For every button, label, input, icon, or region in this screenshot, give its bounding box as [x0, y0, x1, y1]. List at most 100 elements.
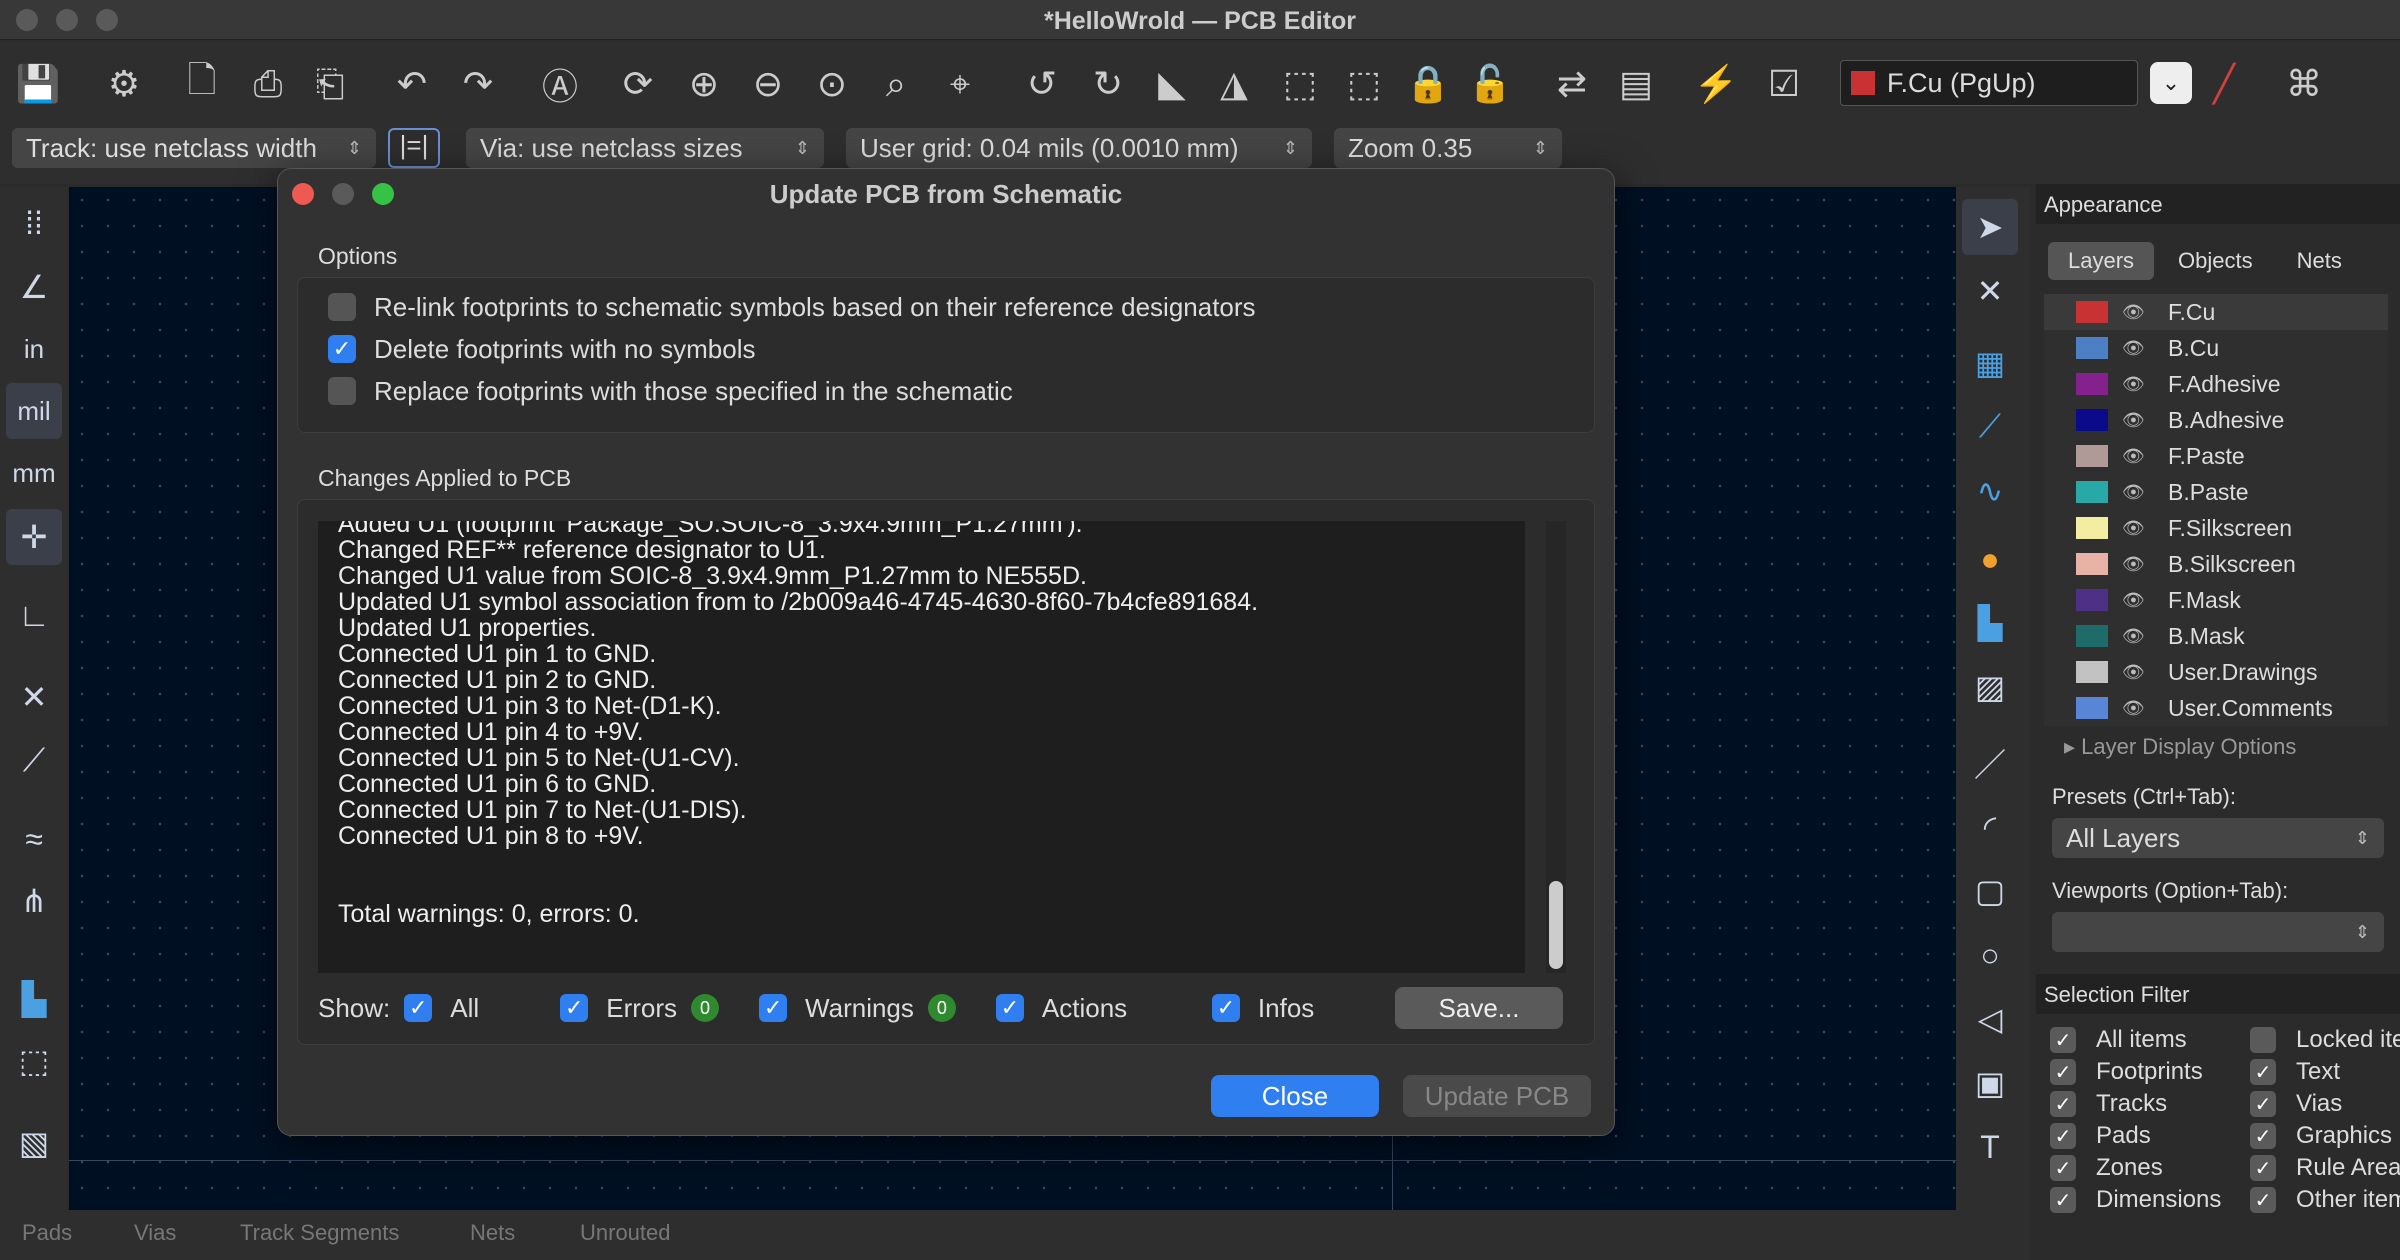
- eye-icon[interactable]: 👁: [2122, 518, 2152, 539]
- option-row[interactable]: Re-link footprints to schematic symbols …: [328, 286, 1594, 328]
- lock-icon[interactable]: 🔒: [1404, 60, 1452, 108]
- grid-select[interactable]: User grid: 0.04 mils (0.0010 mm) ⇕: [846, 128, 1312, 168]
- track-width-select[interactable]: Track: use netclass width ⇕: [12, 128, 376, 168]
- filter-actions-checkbox[interactable]: ✓: [995, 994, 1024, 1022]
- curved-ratsnest-icon[interactable]: ⟋: [6, 733, 62, 789]
- auto-track-width-toggle[interactable]: |=|: [388, 128, 440, 168]
- option-checkbox[interactable]: [328, 377, 356, 405]
- eye-icon[interactable]: 👁: [2122, 446, 2152, 467]
- selection-filter-item[interactable]: ✓ Pads: [2050, 1120, 2250, 1152]
- add-zone-icon[interactable]: ▙: [1962, 595, 2018, 651]
- local-ratsnest-icon[interactable]: ✕: [1962, 263, 2018, 319]
- add-via-icon[interactable]: ●: [1962, 531, 2018, 587]
- layer-row[interactable]: 👁 User.Drawings: [2044, 654, 2388, 690]
- eye-icon[interactable]: 👁: [2122, 374, 2152, 395]
- save-report-button[interactable]: Save...: [1395, 987, 1563, 1029]
- draw-circle-icon[interactable]: ○: [1962, 927, 2018, 983]
- layer-selector[interactable]: F.Cu (PgUp): [1840, 60, 2138, 106]
- layer-color-swatch[interactable]: [2076, 373, 2108, 395]
- eye-icon[interactable]: 👁: [2122, 338, 2152, 359]
- tab-objects[interactable]: Objects: [2158, 242, 2273, 280]
- layer-color-swatch[interactable]: [2076, 625, 2108, 647]
- layer-row[interactable]: 👁 F.Silkscreen: [2044, 510, 2388, 546]
- add-image-icon[interactable]: ▣: [1962, 1055, 2018, 1111]
- selection-filter-item[interactable]: ✓ Graphics: [2250, 1120, 2400, 1152]
- draw-arc-icon[interactable]: ◜: [1962, 799, 2018, 855]
- units-mil-icon[interactable]: mil: [6, 383, 62, 439]
- layer-dropdown-chevron-icon[interactable]: ⌄: [2150, 62, 2192, 104]
- layer-row[interactable]: 👁 B.Adhesive: [2044, 402, 2388, 438]
- board-setup-icon[interactable]: ⚙: [100, 60, 148, 108]
- layer-color-swatch[interactable]: [2076, 409, 2108, 431]
- checkbox[interactable]: ✓: [2250, 1059, 2276, 1085]
- close-button[interactable]: Close: [1211, 1075, 1379, 1117]
- zoom-select[interactable]: Zoom 0.35 ⇕: [1334, 128, 1562, 168]
- checkbox[interactable]: [2250, 1027, 2276, 1053]
- polar-coords-icon[interactable]: ∠: [6, 259, 62, 315]
- layer-color-swatch[interactable]: [2076, 697, 2108, 719]
- select-arrow-icon[interactable]: ➤: [1962, 199, 2018, 255]
- grid-toggle-icon[interactable]: ⁞⁞: [6, 195, 62, 251]
- checkbox[interactable]: ✓: [2250, 1155, 2276, 1181]
- layer-color-swatch[interactable]: [2076, 301, 2108, 323]
- footprint-icon[interactable]: ▙: [6, 971, 62, 1027]
- eye-icon[interactable]: 👁: [2122, 698, 2152, 719]
- group-icon[interactable]: ⬚: [1276, 60, 1324, 108]
- track-outline-icon[interactable]: ⋔: [6, 873, 62, 929]
- save-icon[interactable]: 💾: [14, 60, 62, 108]
- checkbox[interactable]: ✓: [2250, 1123, 2276, 1149]
- print-icon[interactable]: ⎙: [244, 60, 292, 108]
- mirror-icon[interactable]: ◮: [1210, 60, 1258, 108]
- draw-polygon-icon[interactable]: ◁: [1962, 991, 2018, 1047]
- tab-layers[interactable]: Layers: [2048, 242, 2155, 280]
- layer-row[interactable]: 👁 F.Cu: [2044, 294, 2388, 330]
- layer-color-swatch[interactable]: [2076, 481, 2108, 503]
- option-row[interactable]: Replace footprints with those specified …: [328, 370, 1594, 412]
- local-origin-icon[interactable]: ∟: [6, 587, 62, 643]
- selection-filter-item[interactable]: ✓ Other items: [2250, 1184, 2400, 1216]
- selection-filter-item[interactable]: ✓ Tracks: [2050, 1088, 2250, 1120]
- checkbox[interactable]: ✓: [2250, 1187, 2276, 1213]
- checkbox[interactable]: ✓: [2050, 1059, 2076, 1085]
- undo-icon[interactable]: ↶: [388, 60, 436, 108]
- zone-outline-icon[interactable]: ⬚: [6, 1033, 62, 1089]
- filter-warnings-checkbox[interactable]: ✓: [759, 994, 788, 1022]
- unlock-icon[interactable]: 🔓: [1466, 60, 1514, 108]
- redraw-icon[interactable]: ⟳: [614, 60, 662, 108]
- eye-icon[interactable]: 👁: [2122, 410, 2152, 431]
- layer-color-swatch[interactable]: [2076, 337, 2108, 359]
- option-checkbox[interactable]: ✓: [328, 335, 356, 363]
- filter-infos-checkbox[interactable]: ✓: [1211, 994, 1240, 1022]
- tab-nets[interactable]: Nets: [2277, 242, 2362, 280]
- add-rule-area-icon[interactable]: ▨: [1962, 659, 2018, 715]
- units-inch-icon[interactable]: in: [6, 321, 62, 377]
- layer-row[interactable]: 👁 B.Cu: [2044, 330, 2388, 366]
- rotate-cw-icon[interactable]: ↻: [1084, 60, 1132, 108]
- viewports-select[interactable]: ⇕: [2052, 912, 2384, 952]
- rotate-ccw-icon[interactable]: ↺: [1018, 60, 1066, 108]
- zoom-out-icon[interactable]: ⊖: [744, 60, 792, 108]
- plot-icon[interactable]: ⎗: [306, 60, 354, 108]
- board-update-icon[interactable]: ⌘: [2280, 60, 2328, 108]
- eye-icon[interactable]: 👁: [2122, 302, 2152, 323]
- checkbox[interactable]: ✓: [2050, 1027, 2076, 1053]
- drc-icon[interactable]: ☑: [1760, 60, 1808, 108]
- layer-color-swatch[interactable]: [2076, 553, 2108, 575]
- draw-rectangle-icon[interactable]: ▢: [1962, 863, 2018, 919]
- checkbox[interactable]: ✓: [2050, 1187, 2076, 1213]
- layer-color-swatch[interactable]: [2076, 445, 2108, 467]
- update-pcb-button[interactable]: Update PCB: [1403, 1075, 1591, 1117]
- zoom-selection-icon[interactable]: ⌖: [936, 60, 984, 108]
- ratsnest-icon[interactable]: ✕: [6, 669, 62, 725]
- draw-line-icon[interactable]: ／: [1962, 735, 2018, 791]
- log-scrollbar-thumb[interactable]: [1549, 881, 1563, 969]
- update-pcb-icon[interactable]: ⇄: [1548, 60, 1596, 108]
- units-mm-icon[interactable]: mm: [6, 445, 62, 501]
- selection-filter-item[interactable]: ✓ Footprints: [2050, 1056, 2250, 1088]
- checkbox[interactable]: ✓: [2050, 1155, 2076, 1181]
- selection-filter-item[interactable]: ✓ Dimensions: [2050, 1184, 2250, 1216]
- route-track-icon[interactable]: ⟋: [1962, 399, 2018, 455]
- add-footprint-icon[interactable]: ▦: [1962, 335, 2018, 391]
- redo-icon[interactable]: ↷: [454, 60, 502, 108]
- footprint-editor-icon[interactable]: ▤: [1612, 60, 1660, 108]
